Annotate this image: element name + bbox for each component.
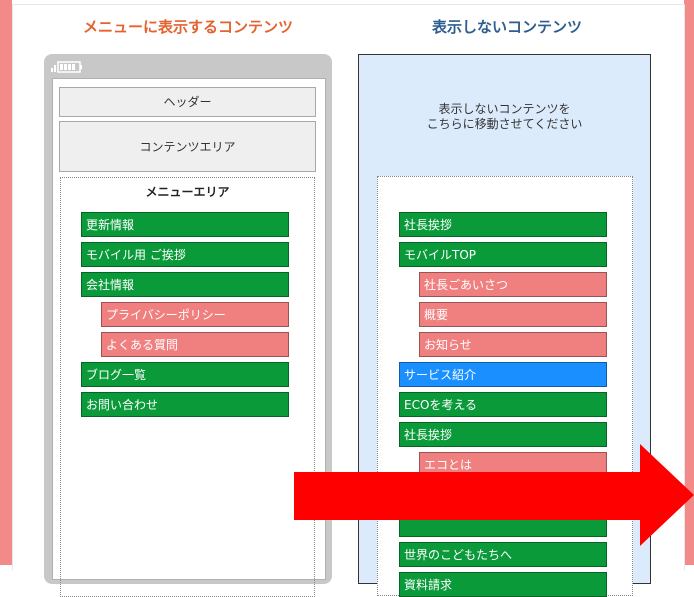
menu-item[interactable]: よくある質問: [101, 332, 289, 357]
phone-signal-battery-icon: [51, 61, 82, 73]
message-line-2: こちらに移動させてください: [426, 117, 583, 131]
hidden-item[interactable]: 社長ごあいさつ: [419, 272, 607, 297]
content-area-box: コンテンツエリア: [59, 121, 316, 172]
hidden-item[interactable]: モバイルTOP: [399, 242, 607, 267]
menu-item[interactable]: 会社情報: [81, 272, 289, 297]
message-line-1: 表示しないコンテンツを: [438, 102, 571, 116]
hidden-contents-message: 表示しないコンテンツを こちらに移動させてください: [358, 102, 651, 132]
hidden-item[interactable]: 概要: [419, 302, 607, 327]
menu-item[interactable]: 更新情報: [81, 212, 289, 237]
menu-item[interactable]: ブログ一覧: [81, 362, 289, 387]
hidden-item[interactable]: お知らせ: [419, 332, 607, 357]
header-box: ヘッダー: [59, 87, 316, 117]
menu-area-dropzone[interactable]: [60, 177, 315, 597]
menu-contents-heading: メニューに表示するコンテンツ: [83, 18, 294, 36]
hidden-item[interactable]: 資料請求: [399, 572, 607, 597]
left-frame: [0, 0, 12, 565]
move-right-arrow-icon: [294, 444, 694, 546]
hidden-contents-heading: 表示しないコンテンツ: [432, 18, 583, 36]
hidden-item[interactable]: 社長挨拶: [399, 212, 607, 237]
menu-area-title: メニューエリア: [145, 185, 230, 199]
menu-item[interactable]: プライバシーポリシー: [101, 302, 289, 327]
hidden-item[interactable]: ECOを考える: [399, 392, 607, 417]
menu-item[interactable]: お問い合わせ: [81, 392, 289, 417]
hidden-item[interactable]: サービス紹介: [399, 362, 607, 387]
menu-item[interactable]: モバイル用 ご挨拶: [81, 242, 289, 267]
